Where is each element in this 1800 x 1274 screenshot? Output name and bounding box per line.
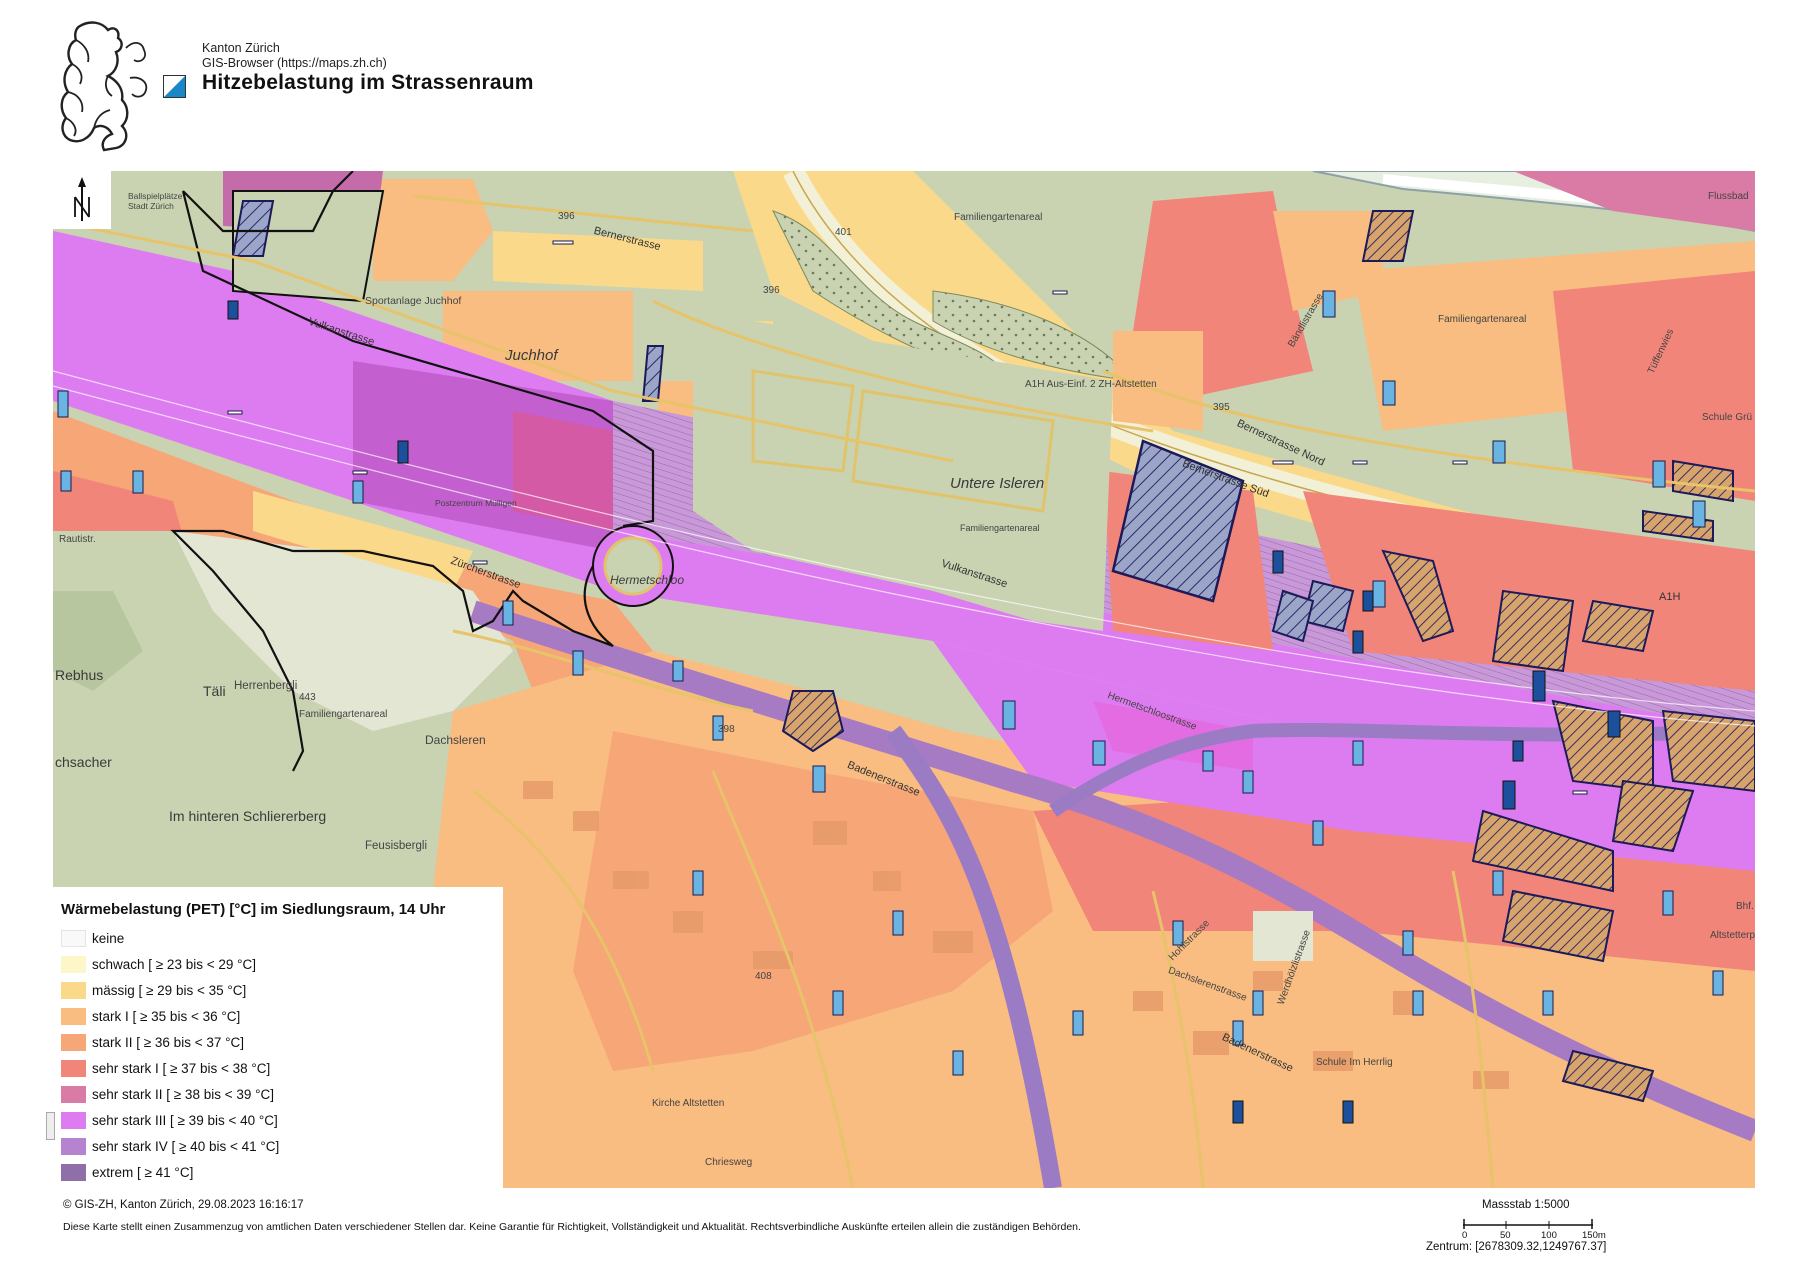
scale-tick-50: 50 — [1500, 1230, 1511, 1241]
label-flussbad: Flussbad — [1708, 191, 1749, 202]
legend-toggle-tab[interactable] — [46, 1112, 55, 1140]
legend-item: sehr stark III [ ≥ 39 bis < 40 °C] — [61, 1110, 278, 1130]
legend-swatch — [61, 1085, 86, 1103]
legend-swatch — [61, 955, 86, 973]
label-kirche: Kirche Altstetten — [652, 1098, 725, 1109]
legend-item: sehr stark II [ ≥ 38 bis < 39 °C] — [61, 1084, 274, 1104]
label-taeli: Täli — [203, 683, 226, 699]
map-center-coordinates: Zentrum: [2678309.32,1249767.37] — [1426, 1241, 1607, 1253]
label-ballspiel: Ballspielplätze Stadt Zürich — [128, 191, 183, 211]
legend-item-label: mässig [ ≥ 29 bis < 35 °C] — [92, 982, 247, 998]
label-sportanlage: Sportanlage Juchhof — [365, 295, 462, 307]
legend-item: stark II [ ≥ 36 bis < 37 °C] — [61, 1032, 244, 1052]
print-footer: © GIS-ZH, Kanton Zürich, 29.08.2023 16:1… — [0, 1190, 1800, 1274]
organisation-info: Kanton Zürich GIS-Browser (https://maps.… — [202, 41, 387, 71]
label-dachsleren: Dachsleren — [425, 733, 486, 747]
scale-tick-0: 0 — [1462, 1230, 1468, 1241]
map-canvas[interactable]: Juchhof Untere Isleren Hermetschloo Rebh… — [53, 171, 1755, 1188]
legend-item-label: stark I [ ≥ 35 bis < 36 °C] — [92, 1008, 241, 1024]
legend-item-label: extrem [ ≥ 41 °C] — [92, 1164, 194, 1180]
label-bahnhof: Bhf. A — [1736, 901, 1755, 912]
legend-item: sehr stark IV [ ≥ 40 bis < 41 °C] — [61, 1136, 279, 1156]
label-herrenbergli: Herrenbergli — [234, 680, 298, 692]
copyright-text: © GIS-ZH, Kanton Zürich, 29.08.2023 16:1… — [63, 1199, 304, 1211]
north-arrow-icon — [53, 171, 111, 229]
legend-item: schwach [ ≥ 23 bis < 29 °C] — [61, 954, 256, 974]
scale-bar — [1463, 1219, 1593, 1229]
label-familiengarten-3: Familiengartenareal — [1438, 314, 1527, 325]
label-untere-isleren: Untere Isleren — [950, 475, 1045, 492]
label-elevation-408: 408 — [755, 971, 772, 982]
label-feusisbergli: Feusisbergli — [365, 840, 427, 852]
label-elevation-396a: 396 — [558, 211, 575, 222]
label-elevation-401: 401 — [835, 227, 852, 238]
legend-item-label: stark II [ ≥ 36 bis < 37 °C] — [92, 1034, 244, 1050]
label-a1h-exit: A1H Aus-Einf. 2 ZH-Altstetten — [1025, 379, 1157, 390]
label-elevation-443: 443 — [299, 692, 316, 703]
legend-item-label: sehr stark III [ ≥ 39 bis < 40 °C] — [92, 1112, 278, 1128]
legend-item: extrem [ ≥ 41 °C] — [61, 1162, 193, 1182]
legend-swatch — [61, 1137, 86, 1155]
legend-item-label: sehr stark II [ ≥ 38 bis < 39 °C] — [92, 1086, 275, 1102]
label-schule-im-herrlig: Schule Im Herrlig — [1316, 1057, 1393, 1068]
label-juchhof: Juchhof — [505, 347, 558, 364]
label-familiengarten-4: Familiengartenareal — [299, 709, 388, 720]
legend-item-label: schwach [ ≥ 23 bis < 29 °C] — [92, 956, 257, 972]
scale-tick-100: 100 — [1541, 1230, 1557, 1241]
legend-swatch — [61, 1059, 86, 1077]
label-familiengarten-2: Familiengartenareal — [960, 523, 1040, 533]
label-familiengarten-1: Familiengartenareal — [954, 212, 1043, 223]
label-elevation-396b: 396 — [763, 285, 780, 296]
label-chriesweg: Chriesweg — [705, 1157, 753, 1168]
legend-swatch — [61, 981, 86, 999]
label-chsacher: chsacher — [55, 754, 112, 770]
disclaimer-text: Diese Karte stellt einen Zusammenzug von… — [63, 1221, 1081, 1233]
scale-tick-150: 150m — [1582, 1230, 1606, 1241]
legend-swatch — [61, 1163, 86, 1181]
zurich-lion-emblem — [60, 21, 148, 152]
legend-swatch — [61, 1007, 86, 1025]
org-website: GIS-Browser (https://maps.zh.ch) — [202, 56, 387, 70]
legend-item: mässig [ ≥ 29 bis < 35 °C] — [61, 980, 246, 1000]
legend-swatch — [61, 1111, 86, 1129]
label-a1h: A1H — [1659, 591, 1681, 603]
zurich-flag-icon — [163, 75, 186, 98]
label-schlierer: Im hinteren Schliererberg — [169, 808, 327, 824]
label-rautistrasse: Rautistr. — [59, 534, 96, 545]
scale-title: Massstab 1:5000 — [1482, 1199, 1570, 1211]
label-hermetschloo: Hermetschloo — [610, 573, 685, 587]
legend-swatch — [61, 1033, 86, 1051]
label-schule-gr: Schule Grü — [1702, 412, 1753, 423]
legend-item-label: keine — [92, 930, 125, 946]
label-elevation-395: 395 — [1213, 402, 1230, 413]
org-name: Kanton Zürich — [202, 41, 280, 55]
label-altstetterpl: Altstetterpl. — [1710, 930, 1755, 941]
legend-item: keine — [61, 928, 124, 948]
map-title: Hitzebelastung im Strassenraum — [202, 71, 534, 94]
label-elevation-398: 398 — [718, 724, 735, 735]
legend-title: Wärmebelastung (PET) [°C] im Siedlungsra… — [61, 901, 446, 918]
map-legend: Wärmebelastung (PET) [°C] im Siedlungsra… — [53, 887, 503, 1188]
legend-item-label: sehr stark IV [ ≥ 40 bis < 41 °C] — [92, 1138, 280, 1154]
label-postzentrum: Postzentrum Mülligen — [435, 498, 517, 508]
legend-swatch — [61, 929, 86, 947]
legend-item: stark I [ ≥ 35 bis < 36 °C] — [61, 1006, 240, 1026]
label-rebhus: Rebhus — [55, 667, 104, 683]
legend-item: sehr stark I [ ≥ 37 bis < 38 °C] — [61, 1058, 270, 1078]
legend-item-label: sehr stark I [ ≥ 37 bis < 38 °C] — [92, 1060, 271, 1076]
print-header: Kanton Zürich GIS-Browser (https://maps.… — [0, 0, 1800, 170]
